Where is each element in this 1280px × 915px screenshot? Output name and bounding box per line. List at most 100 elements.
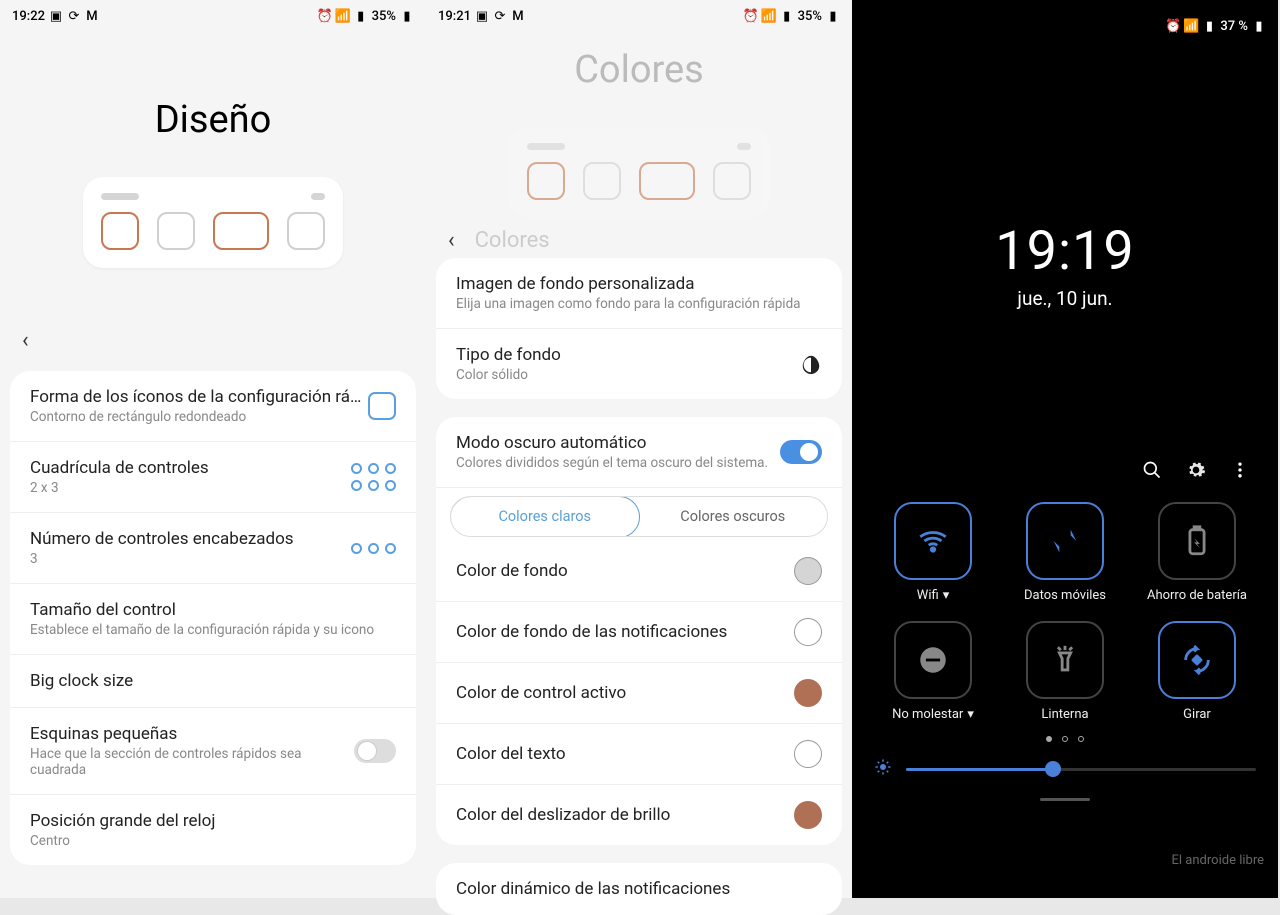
row-slider-color[interactable]: Color del deslizador de brillo xyxy=(436,785,842,845)
qs-dnd[interactable]: No molestar▾ xyxy=(872,621,994,722)
shape-preview-icon xyxy=(368,392,396,420)
color-swatch xyxy=(794,801,822,829)
alarm-icon: ⏰ xyxy=(318,9,332,23)
page-dot[interactable] xyxy=(1062,736,1068,742)
status-time: 19:22 xyxy=(12,9,45,24)
data-icon[interactable] xyxy=(1026,502,1104,580)
image-icon: ▣ xyxy=(49,9,63,23)
qs-grid: Wifi▾ Datos móviles Ahorro de batería No… xyxy=(852,484,1278,722)
color-swatch xyxy=(794,740,822,768)
phone-quicksettings: ⏰ 📶 ▮ 37 % ▮ 19:19 jue., 10 jun. Wifi▾ D… xyxy=(852,0,1278,898)
row-icon-shape[interactable]: Forma de los íconos de la configuración … xyxy=(10,371,416,442)
dots-icon xyxy=(351,543,396,554)
qs-flash[interactable]: Linterna xyxy=(1004,621,1126,722)
row-bg-color[interactable]: Color de fondo xyxy=(436,541,842,602)
sync-icon: ⟳ xyxy=(67,9,81,23)
chevron-down-icon: ▾ xyxy=(943,588,950,603)
phone-diseno: 19:22 ▣ ⟳ M ⏰ 📶 ▮ 35% ▮ Diseño ‹ Forma d… xyxy=(0,0,426,898)
drag-handle[interactable] xyxy=(1040,798,1090,801)
pager xyxy=(852,736,1278,742)
brightness-slider[interactable] xyxy=(852,748,1278,790)
battery-pct: 35% xyxy=(372,9,396,24)
alarm-icon: ⏰ xyxy=(1166,19,1180,33)
row-size[interactable]: Tamaño del controlEstablece el tamaño de… xyxy=(10,584,416,655)
qs-wifi[interactable]: Wifi▾ xyxy=(872,502,994,603)
battery-icon: ▮ xyxy=(826,9,840,23)
row-corners[interactable]: Esquinas pequeñasHace que la sección de … xyxy=(10,708,416,795)
row-notif-bg[interactable]: Color de fondo de las notificaciones xyxy=(436,602,842,663)
battery-saver-icon[interactable] xyxy=(1158,502,1236,580)
image-icon: ▣ xyxy=(475,9,489,23)
seg-light[interactable]: Colores claros xyxy=(450,496,640,537)
qs-data[interactable]: Datos móviles xyxy=(1004,502,1126,603)
status-time: 19:21 xyxy=(438,9,471,24)
row-clockpos[interactable]: Posición grande del relojCentro xyxy=(10,795,416,865)
bg-card: Imagen de fondo personalizadaElija una i… xyxy=(436,258,842,399)
alarm-icon: ⏰ xyxy=(744,9,758,23)
battery-icon: ▮ xyxy=(1252,19,1266,33)
wifi-icon[interactable] xyxy=(894,502,972,580)
layout-preview xyxy=(509,127,769,218)
row-headers[interactable]: Número de controles encabezados3 xyxy=(10,513,416,584)
chevron-down-icon: ▾ xyxy=(967,707,974,722)
subtitle: Colores xyxy=(475,228,550,253)
search-icon[interactable] xyxy=(1142,460,1162,484)
back-button[interactable]: ‹ xyxy=(448,228,455,253)
row-dynamic[interactable]: Color dinámico de las notificaciones xyxy=(436,863,842,915)
mail-icon: M xyxy=(511,9,525,23)
page-dot[interactable] xyxy=(1078,736,1084,742)
row-grid[interactable]: Cuadrícula de controles2 x 3 xyxy=(10,442,416,513)
header-faded: Colores ‹ Colores xyxy=(426,48,852,218)
row-auto-dark[interactable]: Modo oscuro automáticoColores divididos … xyxy=(436,417,842,488)
signal-icon: ▮ xyxy=(780,9,794,23)
brightness-icon xyxy=(874,758,892,780)
phone-colores: 19:21 ▣ ⟳ M ⏰ 📶 ▮ 35% ▮ Colores ‹ Colore… xyxy=(426,0,852,898)
qs-rotate[interactable]: Girar xyxy=(1136,621,1258,722)
clock-time: 19:19 xyxy=(852,220,1278,283)
status-bar: 19:21 ▣ ⟳ M ⏰ 📶 ▮ 35% ▮ xyxy=(426,0,852,28)
status-bar: ⏰ 📶 ▮ 37 % ▮ xyxy=(852,0,1278,40)
clock: 19:19 jue., 10 jun. xyxy=(852,220,1278,310)
more-icon[interactable] xyxy=(1230,460,1250,484)
page-title: Diseño xyxy=(0,98,426,142)
row-text-color[interactable]: Color del texto xyxy=(436,724,842,785)
dnd-icon[interactable] xyxy=(894,621,972,699)
sync-icon: ⟳ xyxy=(493,9,507,23)
battery-pct: 35% xyxy=(798,9,822,24)
corners-toggle[interactable] xyxy=(354,739,396,763)
seg-dark[interactable]: Colores oscuros xyxy=(639,497,828,536)
status-bar: 19:22 ▣ ⟳ M ⏰ 📶 ▮ 35% ▮ xyxy=(0,0,426,28)
layout-preview xyxy=(83,177,343,268)
wifi-icon: 📶 xyxy=(336,9,350,23)
contrast-icon xyxy=(800,353,822,375)
mail-icon: M xyxy=(85,9,99,23)
colors-card: Modo oscuro automáticoColores divididos … xyxy=(436,417,842,845)
row-custom-bg[interactable]: Imagen de fondo personalizadaElija una i… xyxy=(436,258,842,329)
qs-battery[interactable]: Ahorro de batería xyxy=(1136,502,1258,603)
theme-segment[interactable]: Colores claros Colores oscuros xyxy=(450,496,828,537)
row-bigclock[interactable]: Big clock size xyxy=(10,655,416,708)
wifi-icon: 📶 xyxy=(1184,19,1198,33)
wifi-icon: 📶 xyxy=(762,9,776,23)
gear-icon[interactable] xyxy=(1186,460,1206,484)
row-bg-type[interactable]: Tipo de fondoColor sólido xyxy=(436,329,842,399)
signal-icon: ▮ xyxy=(1202,19,1216,33)
auto-dark-toggle[interactable] xyxy=(780,440,822,464)
flashlight-icon[interactable] xyxy=(1026,621,1104,699)
battery-pct: 37 % xyxy=(1220,19,1248,34)
qs-actions xyxy=(852,460,1278,484)
page-dot[interactable] xyxy=(1046,736,1052,742)
signal-icon: ▮ xyxy=(354,9,368,23)
settings-list: Forma de los íconos de la configuración … xyxy=(10,371,416,865)
back-button[interactable]: ‹ xyxy=(22,328,29,353)
clock-date: jue., 10 jun. xyxy=(852,287,1278,310)
color-swatch xyxy=(794,679,822,707)
watermark: El androide libre xyxy=(1172,853,1264,868)
row-active-color[interactable]: Color de control activo xyxy=(436,663,842,724)
battery-icon: ▮ xyxy=(400,9,414,23)
color-swatch xyxy=(794,618,822,646)
rotate-icon[interactable] xyxy=(1158,621,1236,699)
dynamic-card: Color dinámico de las notificaciones xyxy=(436,863,842,915)
color-swatch xyxy=(794,557,822,585)
grid-icon xyxy=(351,463,396,491)
